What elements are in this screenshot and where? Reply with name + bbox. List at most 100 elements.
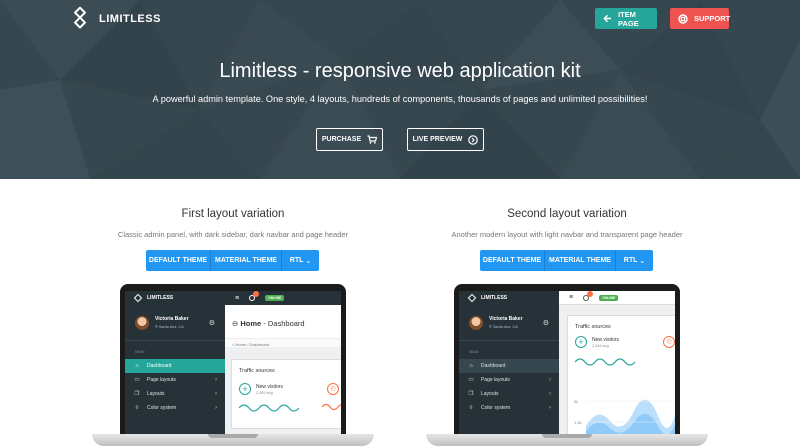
nav-item-layouts: ❐ Layouts › [468,391,551,397]
chevron-right-icon: › [215,391,217,397]
support-button[interactable]: SUPPORT [670,8,731,29]
gear-icon: ⚙ [542,319,549,327]
clock-icon: ◴ [663,336,675,348]
home-icon: ⌂ [135,363,139,369]
avatar [469,315,483,330]
nav-section-label: MAIN [135,350,145,354]
nav-item-dashboard: ⌂ Dashboard [125,359,225,373]
online-badge: ONLINE [265,295,285,301]
hero-title: Limitless - responsive web application k… [219,60,581,82]
back-icon: ⊖ [232,319,239,328]
user-name: Victoria Baker [155,316,189,322]
preview-sidebar: LIMITLESS Victoria Baker ⚲ Santa Ana, CA… [459,291,559,434]
axis-label: 5k [574,399,579,404]
chevron-right-icon: › [215,405,217,411]
sync-icon [583,291,594,301]
layout-1-preview[interactable]: LIMITLESS ≡ ONLINE Victoria Baker ⚲ Sant… [92,284,374,448]
chevron-right-icon: › [549,391,551,397]
new-visitors-metric: + New visitors 2,349 avg [239,383,283,395]
preview-brand: LIMITLESS [147,295,174,301]
user-name: Victoria Baker [489,316,523,322]
sparkline-red [322,403,341,411]
purchase-button[interactable]: PURCHASE [316,128,383,151]
nav-item-color-system: ◊ Color system › [125,401,225,415]
droplet-icon: ◊ [469,405,473,411]
new-visitors-metric: + New visitors 2,349 avg [575,336,619,348]
nav-section-label: MAIN [469,350,479,354]
preview-content: Traffic sources + New visitors 2,349 avg… [225,347,341,434]
preview-page-header: ⊖ Home - Dashboard ⌂ Home / Dashboard [225,305,341,349]
cart-icon [367,135,378,144]
layout-icon: ▭ [468,377,474,383]
layout-1-material-theme-button[interactable]: MATERIAL THEME [211,250,282,271]
layout-2-material-theme-button[interactable]: MATERIAL THEME [545,250,616,271]
arrow-circle-right-icon [468,134,479,145]
menu-icon: ≡ [569,294,574,301]
chevron-right-icon: › [215,377,217,383]
purchase-label: PURCHASE [321,136,362,143]
home-icon: ⌂ [469,363,473,369]
preview-content: Traffic sources + New visitors 2,349 avg… [559,305,675,434]
support-label: SUPPORT [694,14,731,23]
laptop-base [426,434,708,446]
laptop-lid: LIMITLESS ≡ ONLINE Victoria Baker ⚲ Sant… [120,284,346,434]
clock-icon: ◴ [327,383,339,395]
item-page-label: ITEM PAGE [618,9,639,28]
laptop-lid: LIMITLESS Victoria Baker ⚲ Santa Ana, CA… [454,284,680,434]
user-location: ⚲ Santa Ana, CA [155,325,184,329]
traffic-panel: Traffic sources + New visitors 2,349 avg… [567,315,675,434]
brand-name: LIMITLESS [99,13,161,25]
hero-subtitle: A powerful admin template. One style, 4 … [152,94,648,104]
layout-2-default-theme-button[interactable]: DEFAULT THEME [480,250,545,271]
item-page-button[interactable]: ITEM PAGE [595,8,657,29]
preview-sidebar: Victoria Baker ⚲ Santa Ana, CA ⚙ MAIN ⌂ D… [125,305,225,434]
chevron-down-icon: ⌄ [305,257,312,265]
sparkline [239,404,299,412]
layout-icon: ▭ [134,377,140,383]
preview-user: Victoria Baker ⚲ Santa Ana, CA ⚙ [125,305,225,341]
nav-item-layouts: ❐ Layouts › [134,391,217,397]
layout-2-theme-buttons: DEFAULT THEME MATERIAL THEME RTL ⌄ [480,250,653,271]
brand-logo[interactable]: LIMITLESS [71,6,161,29]
layout-2-description: Another modern layout with light navbar … [451,230,683,239]
laptop-base [92,434,374,446]
menu-icon: ≡ [235,294,240,302]
nav-item-color-system: ◊ Color system › [459,401,559,415]
arrow-left-icon [603,14,612,24]
layout-1-default-theme-button[interactable]: DEFAULT THEME [146,250,211,271]
panel-title: Traffic sources [239,368,275,374]
laptop-screen: LIMITLESS Victoria Baker ⚲ Santa Ana, CA… [459,291,675,434]
copy-icon: ❐ [468,391,474,397]
layout-2-title: Second layout variation [507,208,627,220]
logo-icon [467,293,477,303]
layout-2-rtl-button[interactable]: RTL ⌄ [616,250,653,271]
panel-title: Traffic sources [575,324,611,330]
sync-icon [249,291,260,301]
avatar [135,315,149,330]
nav-item-page-layouts: ▭ Page layouts › [468,377,551,383]
page-title: ⊖ Home - Dashboard [232,319,305,328]
layout-1-theme-buttons: DEFAULT THEME MATERIAL THEME RTL ⌄ [146,250,319,271]
droplet-icon: ◊ [135,405,139,411]
layout-1-title: First layout variation [181,208,285,220]
laptop-screen: LIMITLESS ≡ ONLINE Victoria Baker ⚲ Sant… [125,291,341,434]
nav-item-page-layouts: ▭ Page layouts › [134,377,217,383]
chevron-down-icon: ⌄ [639,257,646,265]
area-chart [586,399,675,434]
chevron-right-icon: › [549,405,551,411]
plus-icon: + [239,383,251,395]
preview-navbar: ≡ ONLINE [559,291,675,305]
layout-2-preview[interactable]: LIMITLESS Victoria Baker ⚲ Santa Ana, CA… [426,284,708,448]
preview-brand: LIMITLESS [481,295,508,301]
layout-1-rtl-button[interactable]: RTL ⌄ [282,250,319,271]
logo-icon [67,6,92,31]
gear-icon: ⚙ [208,319,215,327]
preview-user: Victoria Baker ⚲ Santa Ana, CA ⚙ [459,305,559,341]
layout-1-description: Classic admin panel, with dark sidebar, … [117,230,349,239]
nav-item-dashboard: ⌂ Dashboard [459,359,559,373]
plus-icon: + [575,336,587,348]
live-preview-button[interactable]: LIVE PREVIEW [407,128,484,151]
chevron-right-icon: › [549,377,551,383]
traffic-panel: Traffic sources + New visitors 2,349 avg… [231,359,341,429]
preview-navbar: LIMITLESS ≡ ONLINE [125,291,341,305]
